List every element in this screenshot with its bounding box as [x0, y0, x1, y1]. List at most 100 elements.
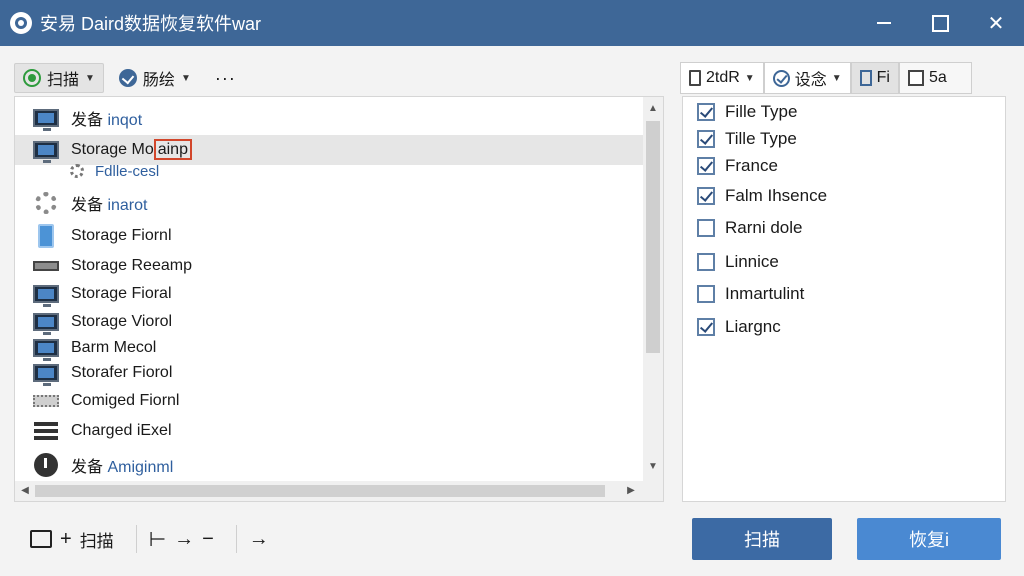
disc-icon [34, 453, 58, 477]
monitor-icon [33, 141, 59, 163]
scan-icon [23, 69, 41, 87]
minus-icon[interactable]: − [202, 528, 214, 551]
device-row[interactable]: Storafer Fiorol [15, 358, 643, 388]
monitor-icon [33, 285, 59, 307]
maximize-button[interactable] [912, 0, 968, 46]
device-row[interactable]: Storage Fioral [15, 279, 643, 309]
tab-settings-label: 设念 [794, 72, 827, 89]
row-label: inarot [107, 197, 148, 214]
scan-dropdown-button[interactable]: 扫描 ▼ [14, 63, 104, 93]
more-options-button[interactable]: ··· [206, 63, 245, 93]
drive-bar-icon [33, 261, 59, 271]
checkbox-icon [907, 70, 924, 86]
window-title: 安易 Daird数据恢复软件war [40, 14, 262, 34]
device-tree: 发备 inqot Storage Mo ainp Fdlle-cesl 发备 in… [15, 97, 643, 481]
device-row[interactable]: 发备 inqot [15, 103, 643, 133]
checkbox[interactable] [697, 219, 715, 237]
tab-select[interactable]: 5a [898, 62, 972, 94]
checkbox[interactable] [697, 103, 715, 121]
device-row[interactable]: 发备 inarot [15, 188, 643, 218]
secondary-label: 肠绘 [142, 72, 175, 89]
window-controls: ✕ [856, 0, 1024, 46]
step-icon[interactable]: ⊢ [149, 527, 166, 552]
stack-icon [34, 422, 58, 440]
gear-icon [35, 192, 57, 214]
scan-label: 扫描 [47, 72, 80, 89]
option-row[interactable]: Inmartulint [697, 283, 804, 305]
title-bar: 安易 Daird数据恢复软件war ✕ [0, 0, 1024, 46]
option-row[interactable]: Liargnc [697, 316, 781, 338]
option-row[interactable]: Linnice [697, 251, 779, 273]
chevron-down-icon: ▼ [85, 72, 95, 84]
scan-location-label: 扫描 [79, 531, 114, 551]
device-row[interactable]: Comiged Fiornl [15, 386, 643, 416]
row-label: Barm Mecol [71, 339, 157, 356]
scan-button[interactable]: 扫描 [692, 518, 832, 560]
document-edit-icon [859, 70, 872, 86]
option-row[interactable]: Falm Ihsence [697, 185, 827, 207]
row-prefix: 发备 [71, 112, 108, 129]
scroll-right-arrow-icon[interactable]: ▶ [621, 485, 641, 496]
option-label: Tille Type [725, 129, 797, 148]
device-row[interactable]: 发备 Amiginml [15, 450, 643, 480]
monitor-icon [33, 313, 59, 335]
row-label: Storage Viorol [71, 313, 173, 330]
checkbox[interactable] [697, 318, 715, 336]
row-prefix: 发备 [71, 197, 108, 214]
phone-icon [38, 224, 54, 248]
tab-type[interactable]: 2tdR ▼ [680, 62, 764, 94]
checkbox[interactable] [697, 130, 715, 148]
option-row[interactable]: Tille Type [697, 128, 797, 150]
row-label: Storage Mo [71, 141, 154, 158]
monitor-icon [33, 109, 59, 131]
device-row[interactable]: Storage Reeamp [15, 251, 643, 281]
scroll-up-arrow-icon[interactable]: ▲ [643, 103, 663, 114]
chevron-down-icon: ▼ [744, 72, 755, 84]
option-label: Fille Type [725, 102, 798, 121]
secondary-dropdown-button[interactable]: 肠绘 ▼ [110, 63, 200, 93]
scroll-left-arrow-icon[interactable]: ◀ [15, 485, 35, 496]
row-label: Charged iExel [71, 422, 172, 439]
tab-select-label: 5a [928, 69, 947, 86]
row-prefix: 发备 [71, 459, 108, 476]
option-label: Liargnc [725, 317, 781, 336]
vertical-scrollbar[interactable]: ▲ ▼ [643, 97, 663, 481]
vertical-scroll-thumb[interactable] [646, 121, 660, 353]
option-row[interactable]: Rarni dole [697, 217, 803, 239]
file-type-options-panel: Fille Type Tille Type France Falm Ihsenc… [682, 96, 1006, 502]
device-sub-row[interactable]: Fdlle-cesl [15, 159, 643, 183]
monitor-icon [33, 339, 59, 361]
checkbox[interactable] [697, 285, 715, 303]
minimize-button[interactable] [856, 0, 912, 46]
row-label: Storage Fioral [71, 285, 172, 302]
next-arrow-icon[interactable]: → [249, 528, 269, 551]
device-row[interactable]: Charged iExel [15, 416, 643, 446]
recover-button[interactable]: 恢复i [857, 518, 1001, 560]
check-circle-icon [772, 69, 790, 87]
tab-type-label: 2tdR [706, 69, 740, 86]
option-label: Rarni dole [725, 218, 803, 237]
close-button[interactable]: ✕ [968, 0, 1024, 46]
horizontal-scrollbar[interactable]: ◀ ▶ [15, 481, 663, 501]
tab-settings[interactable]: 设念 ▼ [763, 62, 851, 94]
check-badge-icon [118, 69, 137, 87]
tab-filter[interactable]: Fi [850, 62, 899, 94]
device-row[interactable]: Storage Fiornl [15, 221, 643, 251]
option-label: Falm Ihsence [725, 186, 828, 205]
checkbox[interactable] [697, 187, 715, 205]
gear-icon [70, 164, 84, 178]
forward-arrow-icon[interactable]: → [174, 528, 194, 551]
scan-location-button[interactable]: + 扫描 [30, 527, 114, 552]
row-label: Storage Fiornl [71, 227, 172, 244]
option-row[interactable]: France [697, 155, 778, 177]
checkbox[interactable] [697, 253, 715, 271]
option-row[interactable]: Fille Type [697, 101, 797, 123]
device-list-panel: 发备 inqot Storage Mo ainp Fdlle-cesl 发备 in… [14, 96, 664, 502]
right-toolbar: 2tdR ▼ 设念 ▼ Fi 5a [680, 62, 972, 94]
nav-controls: ⊢ → − [149, 527, 214, 552]
checkbox[interactable] [697, 157, 715, 175]
horizontal-scroll-thumb[interactable] [35, 485, 605, 497]
scroll-down-arrow-icon[interactable]: ▼ [643, 461, 663, 472]
rename-highlight-box: ainp [153, 139, 192, 160]
bottom-toolbar: + 扫描 ⊢ → − → [30, 522, 269, 556]
